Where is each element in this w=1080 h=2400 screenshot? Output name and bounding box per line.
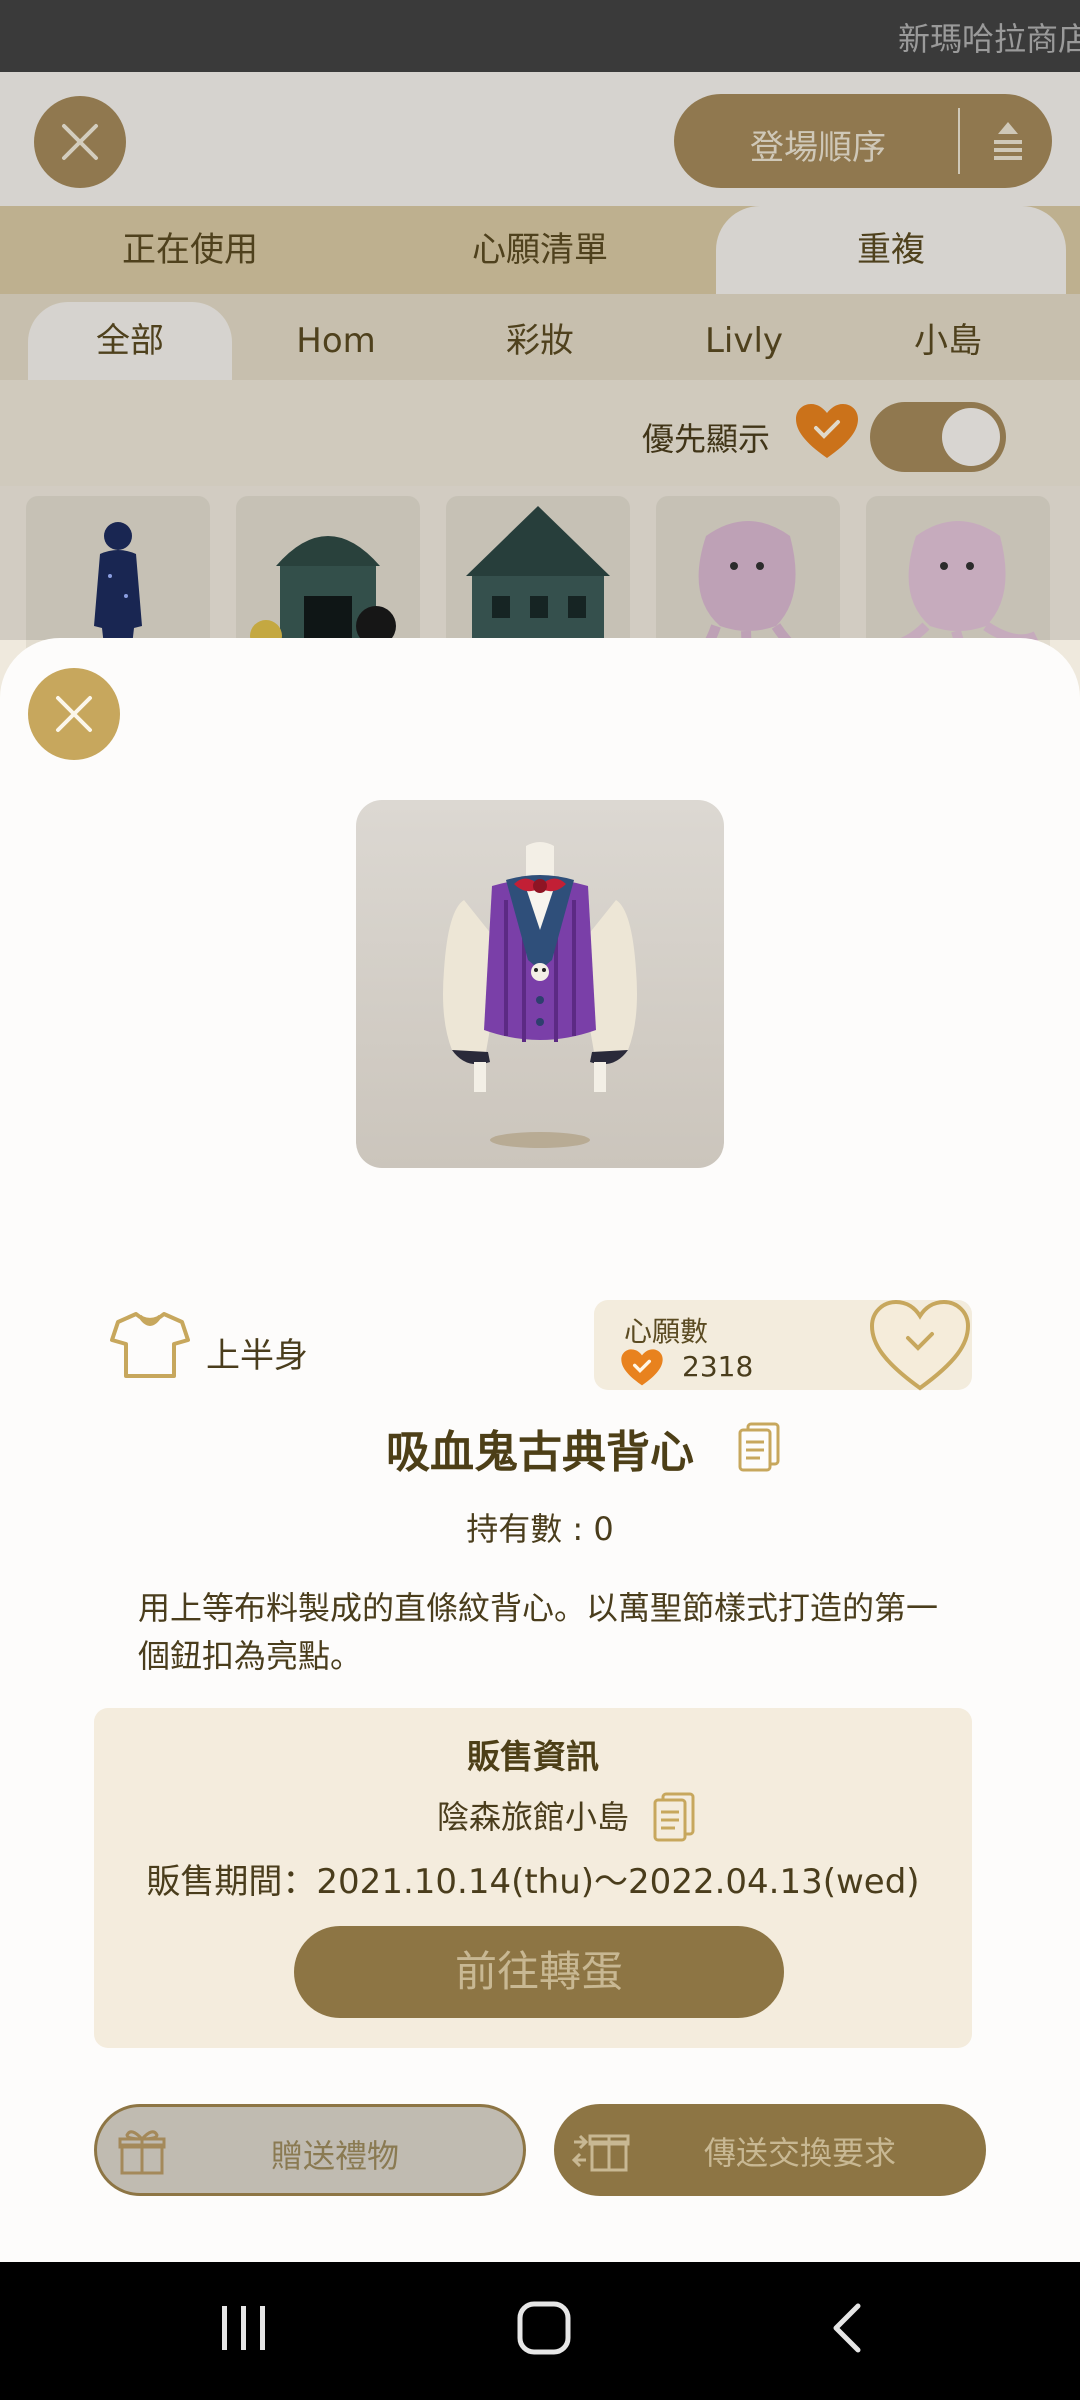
send-gift-button[interactable]: 贈送禮物	[94, 2104, 526, 2196]
item-detail-sheet: 上半身 心願數 2318 吸血鬼古典背心 持有數 : 0 用上等布料製成的直條紋…	[0, 638, 1080, 2262]
tshirt-icon	[110, 1312, 190, 1378]
wish-heart-icon	[621, 1349, 663, 1386]
owned-count: 持有數 : 0	[466, 1510, 614, 1548]
copy-document-icon[interactable]	[736, 1420, 782, 1472]
background-dim-overlay	[0, 72, 1080, 640]
home-icon[interactable]	[516, 2300, 572, 2356]
item-category-label: 上半身	[206, 1336, 308, 1376]
back-icon[interactable]	[826, 2300, 866, 2356]
sale-period: 販售期間：2021.10.14(thu)～2022.04.13(wed)	[146, 1862, 920, 1902]
sale-island-name: 陰森旅館小島	[436, 1798, 629, 1836]
send-trade-request-button[interactable]: 傳送交換要求	[554, 2104, 986, 2196]
recent-apps-icon[interactable]	[218, 2300, 270, 2356]
item-name: 吸血鬼古典背心	[0, 1416, 1080, 1480]
wish-count-value: 2318	[682, 1350, 754, 1383]
item-category: 上半身	[110, 1310, 330, 1386]
close-icon	[56, 696, 92, 732]
send-gift-label: 贈送禮物	[270, 2137, 399, 2175]
system-navigation-bar	[0, 2262, 1080, 2400]
exchange-gift-icon	[571, 2134, 630, 2172]
status-bar: 新瑪哈拉商店	[0, 0, 1080, 72]
item-detail-close-button[interactable]	[28, 668, 120, 760]
sale-island: 陰森旅館小島	[94, 1792, 972, 1842]
item-image	[356, 800, 724, 1168]
sale-info-panel: 販售資訊 陰森旅館小島 販售期間：2021.10.14(thu)～2022.04…	[94, 1708, 972, 2048]
go-to-gacha-button[interactable]: 前往轉蛋	[294, 1926, 784, 2018]
vampire-vest-illustration	[443, 842, 637, 1148]
sale-info-heading: 販售資訊	[467, 1737, 599, 1776]
wish-count-label: 心願數	[624, 1315, 709, 1348]
add-to-wishlist-heart-button[interactable]	[868, 1298, 972, 1394]
send-trade-request-label: 傳送交換要求	[703, 2134, 896, 2172]
gift-icon	[118, 2130, 166, 2175]
item-description: 用上等布料製成的直條紋背心。以萬聖節樣式打造的第一個鈕扣為亮點。	[138, 1589, 939, 1675]
item-name-text: 吸血鬼古典背心	[386, 1427, 694, 1478]
status-marquee-text: 新瑪哈拉商店	[897, 20, 1080, 58]
copy-document-icon[interactable]	[651, 1790, 697, 1842]
